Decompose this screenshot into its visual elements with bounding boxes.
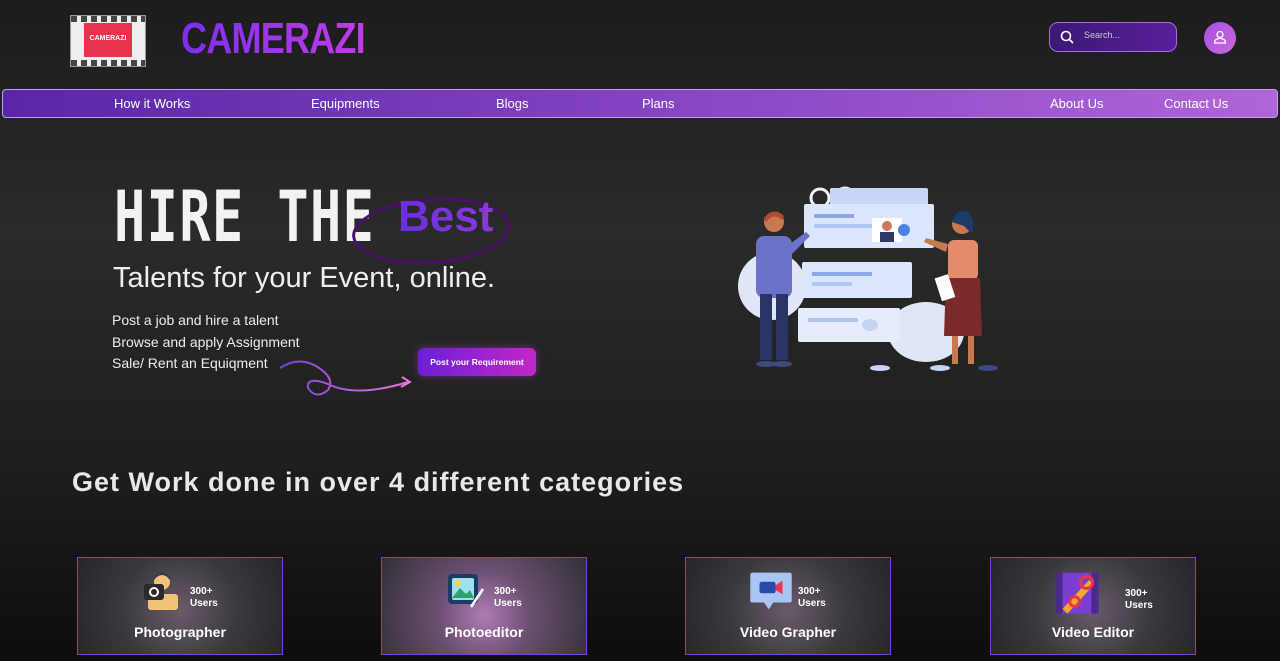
post-requirement-button[interactable]: Post your Requirement — [418, 348, 536, 376]
nav-blogs[interactable]: Blogs — [496, 96, 529, 111]
search-icon — [1060, 30, 1074, 44]
search-input[interactable] — [1082, 29, 1171, 41]
hero-subtitle: Talents for your Event, online. — [113, 262, 496, 294]
nav-how-it-works[interactable]: How it Works — [114, 96, 190, 111]
curly-arrow-icon — [279, 360, 412, 396]
photo-edit-icon — [448, 574, 484, 608]
search-box[interactable] — [1049, 22, 1177, 52]
nav-contact-us[interactable]: Contact Us — [1164, 96, 1228, 111]
hero-bullet: Browse and apply Assignment — [112, 334, 300, 350]
brand-name[interactable]: CAMERAZI — [181, 14, 366, 64]
hero-bullet: Sale/ Rent an Equiqment — [112, 355, 268, 371]
category-card-photographer[interactable]: 300+ Users Photographer — [77, 557, 283, 655]
hero-title: HIRE THE — [114, 176, 376, 258]
category-card-video-editor[interactable]: 300+ Users Video Editor — [990, 557, 1196, 655]
user-count: 300+ Users — [190, 586, 218, 609]
user-count: 300+ Users — [1125, 588, 1153, 611]
category-card-video-grapher[interactable]: 300+ Users Video Grapher — [685, 557, 891, 655]
user-avatar[interactable] — [1204, 22, 1236, 54]
categories-heading: Get Work done in over 4 different catego… — [72, 467, 685, 497]
category-label: Photographer — [134, 624, 226, 640]
nav-equipments[interactable]: Equipments — [311, 96, 380, 111]
category-card-photoeditor[interactable]: 300+ Users Photoeditor — [381, 557, 587, 655]
user-count: 300+ Users — [494, 586, 522, 609]
hero-bullet: Post a job and hire a talent — [112, 312, 279, 328]
hiring-illustration — [738, 186, 998, 371]
video-editor-icon — [1055, 572, 1099, 614]
category-label: Video Editor — [1051, 624, 1135, 640]
nav-about-us[interactable]: About Us — [1050, 96, 1103, 111]
category-label: Video Grapher — [739, 624, 837, 640]
photographer-icon — [144, 573, 178, 610]
film-strip-bottom — [71, 60, 145, 66]
film-strip-top — [71, 16, 145, 22]
main-nav: How it Works Equipments Blogs Plans Abou… — [2, 89, 1278, 118]
logo[interactable]: CAMERAZI — [70, 15, 146, 67]
user-icon — [1213, 30, 1227, 44]
video-camera-icon — [750, 572, 792, 610]
user-count: 300+ Users — [798, 586, 826, 609]
nav-plans[interactable]: Plans — [642, 96, 675, 111]
hero-highlight: Best — [398, 192, 494, 241]
category-label: Photoeditor — [444, 624, 524, 640]
logo-badge: CAMERAZI — [84, 23, 132, 57]
